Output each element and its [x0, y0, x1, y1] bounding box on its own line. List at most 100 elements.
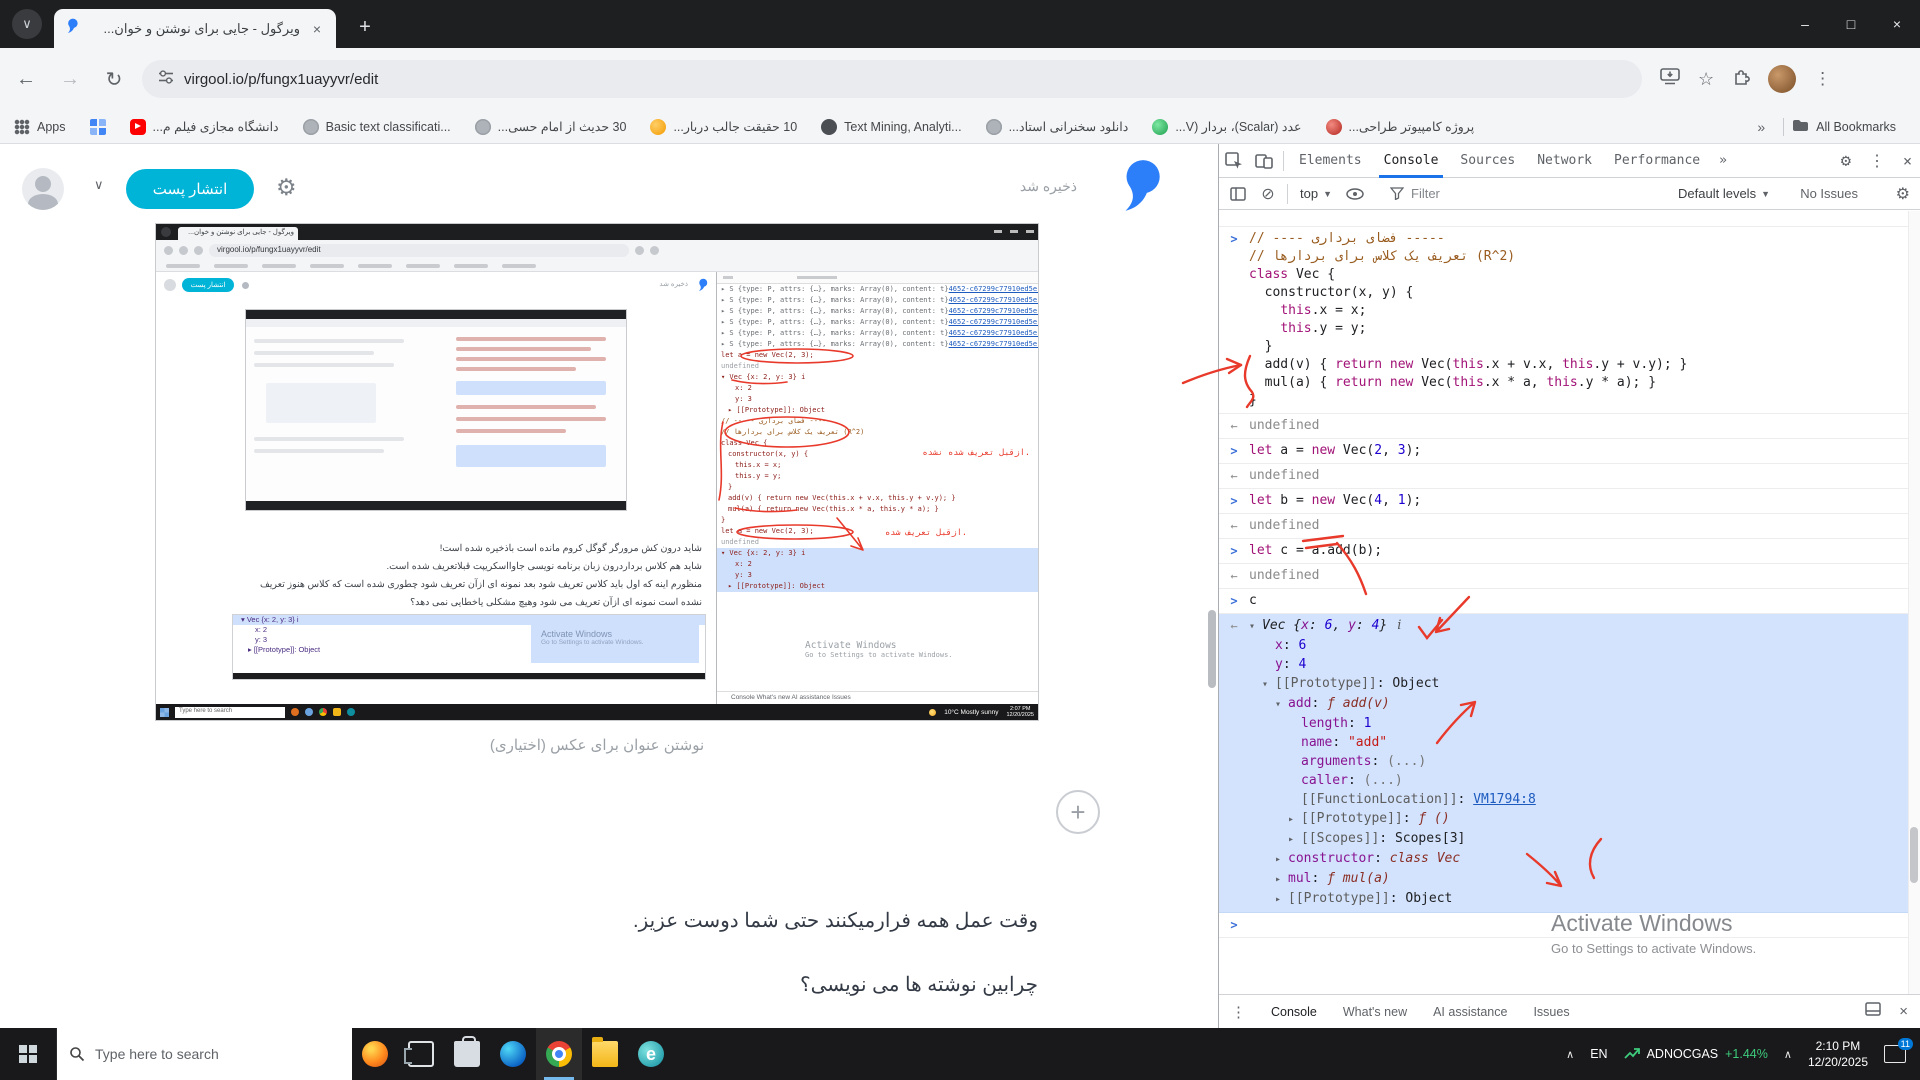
close-button[interactable]: ×	[1874, 0, 1920, 48]
image-caption-placeholder[interactable]: نوشتن عنوان برای عکس (اختیاری)	[156, 736, 1038, 754]
embedded-screenshot[interactable]: ویرگول - جایی برای نوشتن و خوان... virgo…	[156, 224, 1038, 720]
chrome-taskbar-button[interactable]	[536, 1028, 582, 1080]
bookmark-item[interactable]: Text Mining, Analyti...	[821, 119, 961, 135]
devtools-close-icon[interactable]: ×	[1903, 152, 1912, 170]
file-explorer-taskbar-button[interactable]	[582, 1028, 628, 1080]
extensions-puzzle-icon[interactable]	[1732, 68, 1750, 91]
devtools-tab-network[interactable]: Network	[1526, 144, 1603, 178]
drawer-tab-ai-assistance[interactable]: AI assistance	[1420, 995, 1520, 1029]
user-avatar[interactable]	[22, 168, 64, 210]
inspect-element-icon[interactable]	[1219, 144, 1249, 177]
reload-button[interactable]: ↻	[96, 61, 132, 97]
drawer-tab-issues[interactable]: Issues	[1520, 995, 1582, 1029]
console-message[interactable]: >// ---- فضای برداری -----// تعریف یک کل…	[1219, 227, 1920, 414]
bookmark-item[interactable]	[90, 119, 106, 135]
add-block-button[interactable]: +	[1056, 790, 1100, 834]
bookmarks-overflow-button[interactable]: »	[1747, 119, 1775, 135]
virgool-logo[interactable]	[1117, 158, 1163, 219]
console-settings-gear-icon[interactable]: ⚙	[1896, 184, 1910, 204]
console-row: ←undefined	[1219, 467, 1920, 485]
drawer-tab-console[interactable]: Console	[1258, 995, 1330, 1029]
bookmark-item[interactable]: دانلود سخنرانی استاد...	[986, 119, 1129, 135]
console-message[interactable]: >let c = a.add(b);	[1219, 539, 1920, 564]
bookmark-item[interactable]: Basic text classificati...	[303, 119, 451, 135]
bookmark-item[interactable]: Apps	[14, 119, 66, 135]
disclosure-triangle-icon[interactable]: ▸	[1275, 890, 1288, 909]
install-app-icon[interactable]	[1660, 68, 1680, 90]
back-button[interactable]: ←	[8, 61, 44, 97]
bookmark-item[interactable]: عدد (Scalar)، بردار (V...	[1152, 119, 1301, 135]
clear-console-icon[interactable]: ⊘	[1253, 177, 1283, 210]
edge-legacy-taskbar-button[interactable]: e	[628, 1028, 674, 1080]
drawer-menu-icon[interactable]: ⋮	[1219, 1003, 1258, 1021]
disclosure-triangle-icon[interactable]: ▸	[1288, 810, 1301, 829]
post-paragraph[interactable]: وقت عمل همه فرارمیکنند حتی شما دوست عزیز…	[160, 906, 1038, 936]
all-bookmarks-button[interactable]: All Bookmarks	[1792, 119, 1906, 135]
device-toolbar-icon[interactable]	[1249, 144, 1279, 177]
console-message[interactable]: >let a = new Vec(2, 3);	[1219, 439, 1920, 464]
drawer-close-icon[interactable]: ×	[1899, 1003, 1908, 1020]
publish-post-button[interactable]: انتشار پست	[126, 169, 254, 209]
drawer-dock-icon[interactable]	[1865, 1002, 1881, 1021]
live-expression-eye-icon[interactable]	[1340, 177, 1370, 210]
bookmark-label: Apps	[37, 120, 66, 134]
browser-tab[interactable]: ویرگول - جایی برای نوشتن و خوان... ×	[54, 9, 336, 48]
bookmark-item[interactable]: 30 حدیث از امام حسی...	[475, 119, 627, 135]
news-ticker[interactable]: ADNOCGAS +1.44%	[1624, 1047, 1768, 1061]
edge-blue-taskbar-button[interactable]	[490, 1028, 536, 1080]
hidden-icons-chevron-icon[interactable]: ∧	[1566, 1048, 1574, 1061]
forward-button[interactable]: →	[52, 61, 88, 97]
issues-counter[interactable]: No Issues	[1800, 186, 1858, 201]
bookmark-item[interactable]: 10 حقیقت جالب دربار...	[650, 119, 797, 135]
console-message[interactable]: >	[1219, 913, 1920, 938]
disclosure-triangle-icon[interactable]: ▾	[1262, 675, 1275, 694]
post-paragraph[interactable]: چرابین نوشته ها می نویسی؟	[160, 970, 1038, 1000]
console-message[interactable]: >c	[1219, 589, 1920, 614]
devtools-tab-performance[interactable]: Performance	[1603, 144, 1711, 178]
devtools-settings-gear-icon[interactable]: ⚙	[1841, 151, 1851, 171]
language-indicator[interactable]: EN	[1590, 1047, 1607, 1061]
devtools-tab-sources[interactable]: Sources	[1449, 144, 1526, 178]
disclosure-triangle-icon[interactable]: ▸	[1275, 850, 1288, 869]
devtools-tab-elements[interactable]: Elements	[1288, 144, 1373, 178]
disclosure-triangle-icon[interactable]: ▾	[1249, 618, 1262, 636]
editor-scrollbar[interactable]	[1208, 610, 1216, 688]
firefox-taskbar-button[interactable]	[352, 1028, 398, 1080]
devtools-tab-console[interactable]: Console	[1373, 144, 1450, 178]
console-message[interactable]: >let b = new Vec(4, 1);	[1219, 489, 1920, 514]
bookmark-item[interactable]: دانشگاه مجازی فیلم م...	[130, 119, 279, 135]
console-filter-input[interactable]: Filter	[1384, 183, 1624, 205]
task-view-taskbar-button[interactable]	[398, 1028, 444, 1080]
devtools-menu-icon[interactable]: ⋮	[1869, 151, 1885, 170]
taskbar-search-box[interactable]: Type here to search	[56, 1028, 352, 1080]
default-levels-dropdown[interactable]: Default levels▼	[1678, 186, 1770, 201]
disclosure-triangle-icon[interactable]: ▸	[1275, 870, 1288, 889]
console-sidebar-icon[interactable]	[1223, 177, 1253, 210]
url-text[interactable]: virgool.io/p/fungx1uayyvr/edit	[184, 71, 378, 88]
mini-console-line: y: 3	[717, 570, 1038, 581]
address-bar[interactable]: virgool.io/p/fungx1uayyvr/edit	[142, 60, 1642, 98]
chevron-down-icon[interactable]: ∨	[94, 177, 104, 193]
disclosure-triangle-icon[interactable]: ▾	[1275, 695, 1288, 714]
bookmark-item[interactable]: پروژه کامپیوتر طراحی...	[1326, 119, 1475, 135]
minimize-button[interactable]: –	[1782, 0, 1828, 48]
context-selector[interactable]: top▼	[1300, 186, 1332, 201]
disclosure-triangle-icon[interactable]: ▸	[1288, 830, 1301, 849]
tab-close-icon[interactable]: ×	[308, 21, 326, 37]
bookmark-star-icon[interactable]: ☆	[1698, 69, 1714, 90]
profile-avatar[interactable]	[1768, 65, 1796, 93]
tab-search-button[interactable]: ∨	[12, 9, 42, 39]
notification-center-icon[interactable]: 11	[1884, 1045, 1906, 1063]
browser-menu-icon[interactable]: ⋮	[1814, 69, 1831, 89]
post-settings-gear-icon[interactable]: ⚙	[276, 174, 297, 201]
taskbar-clock[interactable]: 2:10 PM 12/20/2025	[1808, 1038, 1868, 1070]
new-tab-button[interactable]: +	[350, 12, 380, 42]
console-scrollbar-thumb[interactable]	[1910, 827, 1918, 883]
more-tabs-button[interactable]: »	[1711, 153, 1735, 168]
store-taskbar-button[interactable]	[444, 1028, 490, 1080]
maximize-button[interactable]: □	[1828, 0, 1874, 48]
site-settings-icon[interactable]	[158, 70, 174, 89]
start-button[interactable]	[0, 1028, 56, 1080]
drawer-tab-what-s-new[interactable]: What's new	[1330, 995, 1420, 1029]
tray-chevron-icon[interactable]: ∧	[1784, 1048, 1792, 1061]
